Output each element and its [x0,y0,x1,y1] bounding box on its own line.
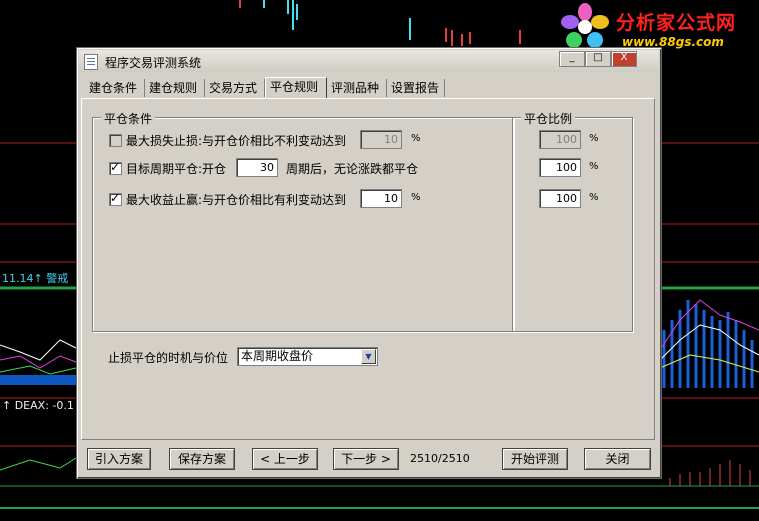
tab-test-symbols[interactable]: 评测品种 [327,79,387,97]
exit-ratio-unit-1: % [589,133,599,144]
stop-loss-unit: % [411,133,421,144]
maximize-button[interactable]: □ [585,51,611,67]
chevron-down-icon[interactable]: ▼ [361,349,376,364]
app-icon [84,54,98,70]
stop-timing-select[interactable]: 本周期收盘价 ▼ [237,347,378,366]
title-bar[interactable]: 程序交易评测系统 _ □ X [79,50,659,72]
exit-ratio-unit-3: % [589,192,599,203]
previous-step-button[interactable]: < 上一步 [252,448,318,470]
backtest-dialog: 程序交易评测系统 _ □ X 建仓条件 建仓规则 交易方式 平仓规则 评测品种 … [76,47,662,479]
stop-timing-value: 本周期收盘价 [241,349,314,363]
exit-ratio-title: 平仓比例 [521,110,576,127]
exit-conditions-title: 平仓条件 [101,110,156,127]
target-period-checkbox[interactable] [109,160,122,175]
tab-page-exit-rules: 平仓条件 最大损失止损:与开仓价相比不利变动达到 10 % 目标周期平仓:开仓 … [81,98,655,440]
take-profit-unit: % [411,192,421,203]
target-period-input[interactable]: 30 [236,158,278,177]
exit-ratio-input-1[interactable]: 100 [539,130,581,149]
target-period-label: 目标周期平仓:开仓 [126,162,227,176]
target-period-suffix: 周期后，无论涨跌都平仓 [286,162,419,176]
tab-trade-mode[interactable]: 交易方式 [205,79,265,97]
indicator-value: 11.14↑ 警戒 [2,272,69,285]
take-profit-label: 最大收益止赢:与开仓价相比有利变动达到 [126,193,347,207]
tab-open-conditions[interactable]: 建仓条件 [85,79,145,97]
exit-conditions-group: 平仓条件 最大损失止损:与开仓价相比不利变动达到 10 % 目标周期平仓:开仓 … [92,110,514,332]
minimize-button[interactable]: _ [559,51,585,67]
step-indicator: 2510/2510 [410,452,470,465]
exit-ratio-input-2[interactable]: 100 [539,158,581,177]
take-profit-checkbox[interactable] [109,191,122,206]
stop-loss-label: 最大损失止损:与开仓价相比不利变动达到 [126,134,347,148]
next-step-button[interactable]: 下一步 > [333,448,399,470]
close-icon[interactable]: X [611,51,637,67]
exit-ratio-unit-2: % [589,161,599,172]
tab-open-rules[interactable]: 建仓规则 [145,79,205,97]
stop-timing-label: 止损平仓的时机与价位 [108,351,229,365]
exit-ratio-group: 平仓比例 100 % 100 % 100 % [512,110,633,332]
start-test-button[interactable]: 开始评测 [502,448,568,470]
flower-icon [561,3,609,48]
watermark-title: 分析家公式网 [616,12,737,34]
save-plan-button[interactable]: 保存方案 [169,448,235,470]
exit-ratio-input-3[interactable]: 100 [539,189,581,208]
stop-loss-input[interactable]: 10 [360,130,402,149]
indicator-deax: ↑ DEAX: -0.1 [2,399,74,412]
import-plan-button[interactable]: 引入方案 [87,448,151,470]
take-profit-input[interactable]: 10 [360,189,402,208]
close-button[interactable]: 关闭 [584,448,651,470]
tab-report-settings[interactable]: 设置报告 [387,79,445,97]
window-title: 程序交易评测系统 [105,56,202,70]
tab-exit-rules[interactable]: 平仓规则 [265,77,327,98]
stop-loss-checkbox[interactable] [109,134,122,147]
